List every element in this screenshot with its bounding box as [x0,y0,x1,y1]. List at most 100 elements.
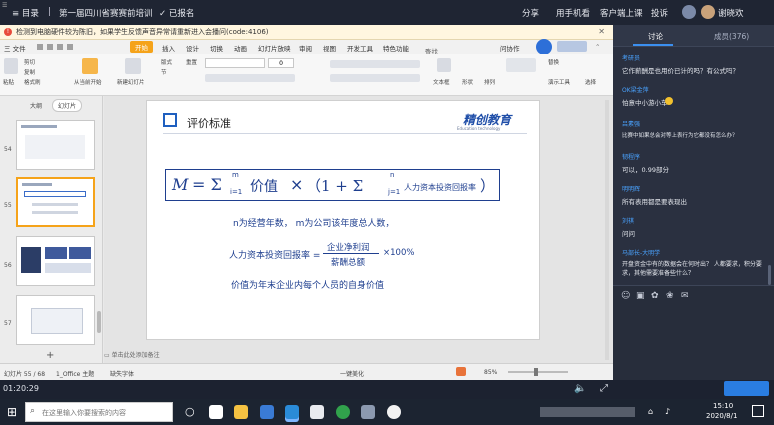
slide-thumbnail[interactable] [16,120,95,170]
textbox-button[interactable]: 文本框 [433,78,450,86]
print-icon[interactable] [57,44,63,50]
flower-icon[interactable]: ❀ [666,291,674,301]
ppt-status-bar: ▭ 单击此处添加备注 幻灯片 55 / 68 1_Office 主题 缺失字体 … [0,352,613,380]
emoji-picker-icon[interactable]: ☺ [621,291,630,301]
presentation-tools-button[interactable]: 演示工具 [548,78,570,86]
zoom-level[interactable]: 85% [484,369,497,376]
font-size-select[interactable]: 0 [268,58,294,68]
chat-history-icon[interactable]: ✉ [681,291,689,301]
network-icon[interactable]: ⌂ [648,407,653,416]
from-current-button[interactable]: 从当前开始 [74,78,102,86]
layout-button[interactable]: 版式 [161,58,172,66]
stage-scrollbar[interactable] [605,100,609,360]
notification-icon[interactable] [752,405,764,417]
catalog-button[interactable]: ≡ 目录 [12,7,39,19]
thumb-number: 54 [4,146,12,153]
tab-start[interactable]: 开始 [130,41,153,53]
windows-start-icon[interactable]: ⊞ [7,405,17,419]
tab-slideshow[interactable]: 幻灯片放映 [258,43,291,53]
share-button[interactable]: 分享 [522,7,539,19]
notes-placeholder[interactable]: ▭ 单击此处添加备注 [104,350,160,359]
slideshow-icon[interactable] [82,58,98,74]
align-group[interactable] [330,74,420,82]
tab-view[interactable]: 视图 [323,43,336,53]
new-slide-button[interactable]: 新建幻灯片 [117,78,145,86]
paste-icon[interactable] [4,58,18,74]
phone-watch-button[interactable]: 用手机看 [556,7,590,19]
tab-discussion[interactable]: 讨论 [648,31,663,42]
minimize-icon[interactable]: ☰ [2,2,7,9]
image-icon[interactable]: ▣ [636,291,645,301]
tab-insert[interactable]: 插入 [162,43,175,53]
clock-date[interactable]: 2020/8/1 [706,412,737,420]
taskbar-search-box[interactable]: ⌕ 在这里输入你要搜索的内容 [25,402,173,422]
file-explorer-icon[interactable] [234,405,248,419]
user-small-avatar[interactable] [682,5,696,19]
ribbon-collapse-icon[interactable]: ⌃ [595,43,600,51]
reset-button[interactable]: 重置 [186,58,197,66]
font-format-group[interactable] [205,74,295,82]
slide-thumbnail[interactable] [16,295,95,345]
slide-thumbnail-active[interactable] [16,177,95,227]
add-slide-icon[interactable]: + [46,350,54,361]
active-app-icon[interactable] [285,405,299,419]
gift-icon[interactable]: ✿ [651,291,659,301]
section-button[interactable]: 节 [161,68,167,76]
missing-font-button[interactable]: 缺失字体 [110,369,134,378]
store-icon[interactable] [310,405,324,419]
system-tray-icons[interactable] [540,407,635,417]
edge-browser-icon[interactable] [260,405,274,419]
live-camera-icon[interactable] [536,39,552,55]
slide-thumbnail[interactable] [16,236,95,286]
user-name[interactable]: 谢晓欢 [718,7,744,19]
tab-devtools[interactable]: 开发工具 [347,43,373,53]
undo-icon[interactable] [47,44,53,50]
new-slide-icon[interactable] [125,58,141,74]
font-family-select[interactable] [205,58,265,68]
close-icon[interactable]: ✕ [598,27,605,36]
select-button[interactable]: 选择 [585,78,596,86]
tab-animation[interactable]: 动画 [234,43,247,53]
chrome-icon[interactable] [336,405,350,419]
zoom-slider[interactable] [508,371,568,373]
redo-icon[interactable] [67,44,73,50]
tab-transition[interactable]: 切换 [210,43,223,53]
fullscreen-icon[interactable]: ⤢ [600,383,608,394]
tab-features[interactable]: 特色功能 [383,43,409,53]
zoom-handle[interactable] [534,368,538,376]
tab-members[interactable]: 成员(376) [714,31,749,42]
clock-time[interactable]: 15:10 [713,402,733,410]
tab-slides[interactable]: 幻灯片 [52,99,83,112]
cut-button[interactable]: 剪切 [24,58,35,66]
save-icon[interactable] [37,44,43,50]
task-view-icon[interactable]: ○ [185,405,195,418]
format-painter-button[interactable]: 格式刷 [24,78,41,86]
paste-button[interactable]: 粘贴 [3,78,14,86]
menu-file[interactable]: 三 文件 [4,43,26,53]
avatar[interactable] [701,5,715,19]
recorder-icon[interactable] [387,405,401,419]
quick-style-group[interactable] [506,58,536,72]
textbox-icon[interactable] [437,58,451,72]
collab-button[interactable]: 问协作 [500,43,520,53]
client-class-button[interactable]: 客户端上课 [600,7,643,19]
shape-button[interactable]: 形状 [462,78,473,86]
complaint-button[interactable]: 投诉 [651,7,668,19]
chat-scrollbar[interactable] [768,265,771,285]
tab-design[interactable]: 设计 [186,43,199,53]
copy-button[interactable]: 复制 [24,68,35,76]
paragraph-group[interactable] [330,60,420,68]
chat-input-area[interactable]: ☺ ▣ ✿ ❀ ✉ 发送 [613,285,774,399]
beautify-button[interactable]: 一键美化 [340,369,364,378]
tab-outline[interactable]: 大纲 [30,101,42,110]
volume-tray-icon[interactable]: ♪ [665,407,670,416]
play-icon[interactable] [456,367,466,376]
thumb-scrollbar[interactable] [97,311,101,333]
arrange-button[interactable]: 排列 [484,78,495,86]
tab-review[interactable]: 审阅 [299,43,312,53]
volume-icon[interactable]: 🔈 [574,383,586,394]
app-icon[interactable] [361,405,375,419]
formula-value: 价值 [250,179,278,195]
app-taskview-icon[interactable] [209,405,223,419]
replace-button[interactable]: 替换 [548,58,559,66]
